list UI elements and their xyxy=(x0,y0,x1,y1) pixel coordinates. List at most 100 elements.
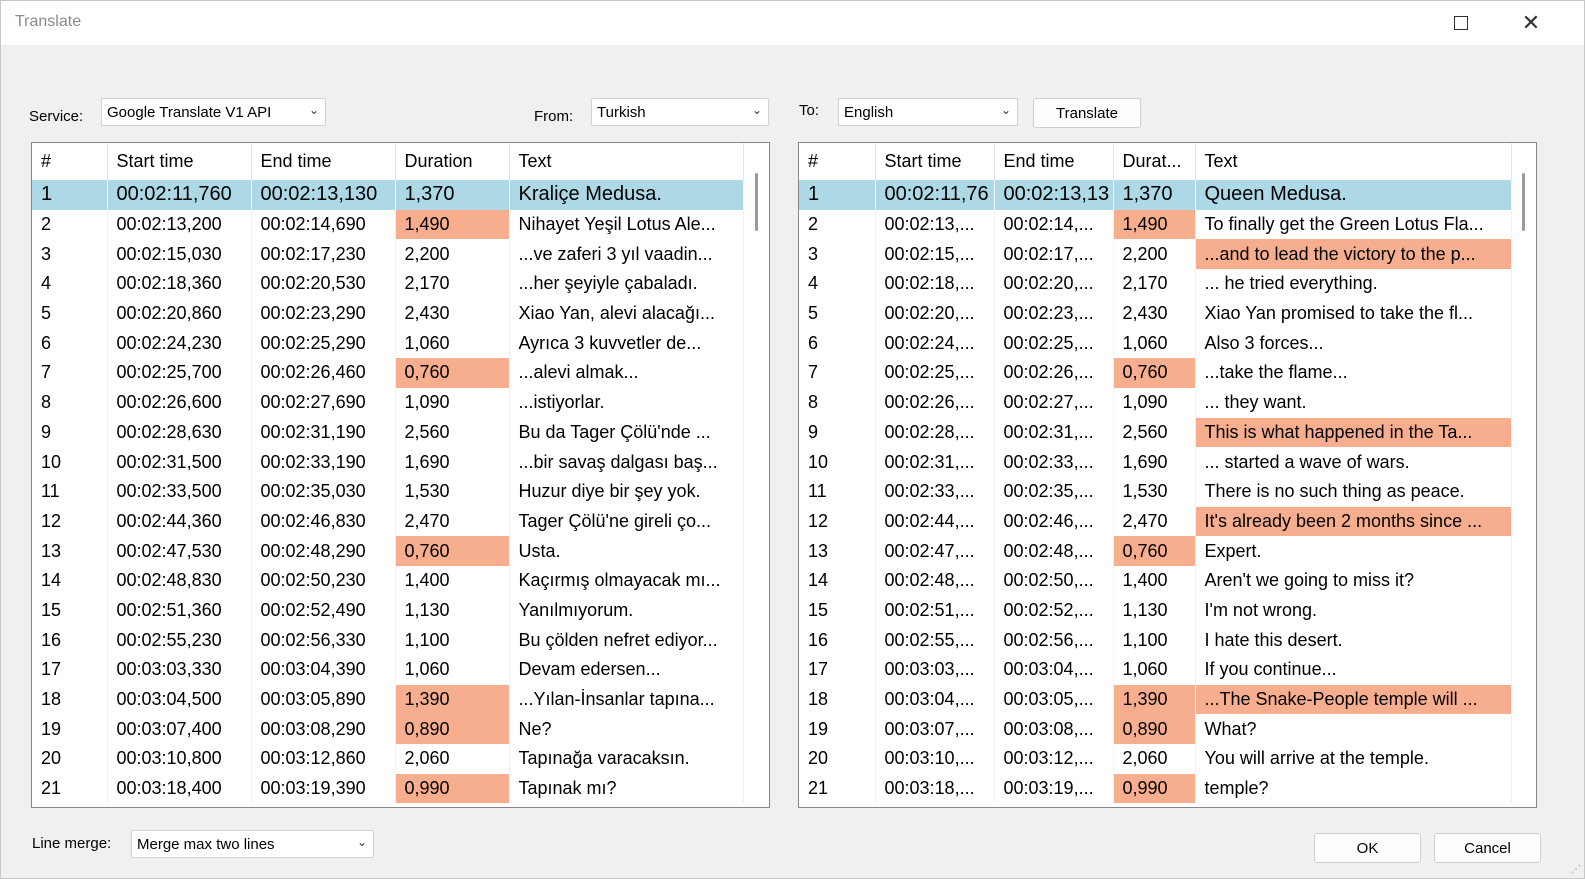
table-row[interactable]: 19 00:03:07,... 00:03:08,... 0,890 What? xyxy=(799,714,1512,745)
line-merge-value: Merge max two lines xyxy=(137,835,275,853)
table-row[interactable]: 1 00:02:11,76 00:02:13,13 1,370 Queen Medusa… xyxy=(799,180,1512,210)
source-scrollbar[interactable] xyxy=(755,173,758,231)
src-column-header[interactable]: Start time xyxy=(107,143,252,180)
src-cell: 1,490 xyxy=(395,209,510,240)
table-row[interactable]: 6 00:02:24,230 00:02:25,290 1,060 Ayrıca 3 k… xyxy=(32,328,744,359)
src-cell: 00:02:17,230 xyxy=(251,239,396,270)
tgt-cell: 2,200 xyxy=(1113,239,1196,270)
table-row[interactable]: 18 00:03:04,500 00:03:05,890 1,390 ...Yılan-… xyxy=(32,684,744,715)
to-language-dropdown[interactable]: English ⌄ xyxy=(838,98,1018,126)
table-row[interactable]: 8 00:02:26,... 00:02:27,... 1,090... they w… xyxy=(799,387,1512,418)
tgt-cell: 00:02:14,... xyxy=(994,209,1114,240)
service-dropdown[interactable]: Google Translate V1 API ⌄ xyxy=(101,98,326,126)
tgt-cell: 1,690 xyxy=(1113,447,1196,477)
src-column-header[interactable]: Duration xyxy=(395,143,510,180)
table-row[interactable]: 1 00:02:11,760 00:02:13,130 1,370 Kraliçe Me… xyxy=(32,180,744,210)
src-cell: 1,370 xyxy=(395,180,510,210)
table-row[interactable]: 3 00:02:15,030 00:02:17,230 2,200 ...ve zafe… xyxy=(32,239,744,270)
table-row[interactable]: 21 00:03:18,400 00:03:19,390 0,990 Tapınak m… xyxy=(32,773,744,804)
table-row[interactable]: 11 00:02:33,... 00:02:35,... 1,530 There is … xyxy=(799,476,1512,507)
tgt-cell: 00:02:48,... xyxy=(994,536,1114,566)
table-row[interactable]: 14 00:02:48,830 00:02:50,230 1,400 Kaçırmış … xyxy=(32,565,744,596)
tgt-column-header[interactable]: Start time xyxy=(875,143,995,180)
table-row[interactable]: 9 00:02:28,... 00:02:31,... 2,560 This is wh… xyxy=(799,417,1512,448)
table-row[interactable]: 16 00:02:55,230 00:02:56,330 1,100 Bu çölden… xyxy=(32,625,744,655)
table-row[interactable]: 13 00:02:47,530 00:02:48,290 0,760 Usta. xyxy=(32,536,744,566)
tgt-cell: 00:02:11,76 xyxy=(875,180,995,210)
tgt-column-header[interactable]: Text xyxy=(1195,143,1512,180)
tgt-cell: You will arrive at the temple. xyxy=(1195,744,1512,774)
table-row[interactable]: 17 00:03:03,330 00:03:04,390 1,060 Devam ede… xyxy=(32,655,744,685)
table-row[interactable]: 5 00:02:20,860 00:02:23,290 2,430 Xiao Yan, … xyxy=(32,298,744,329)
table-row[interactable]: 14 00:02:48,... 00:02:50,... 1,400 Aren't we… xyxy=(799,565,1512,596)
table-row[interactable]: 7 00:02:25,... 00:02:26,... 0,760 ...take th… xyxy=(799,358,1512,388)
source-table: # Start time End time Duration Text 1 00:02:1… xyxy=(32,143,744,804)
src-cell: 16 xyxy=(32,625,108,655)
table-row[interactable]: 19 00:03:07,400 00:03:08,290 0,890 Ne? xyxy=(32,714,744,745)
src-cell: 1,090 xyxy=(395,387,510,418)
tgt-cell: I hate this desert. xyxy=(1195,625,1512,655)
table-row[interactable]: 5 00:02:20,... 00:02:23,... 2,430 Xiao Yan p… xyxy=(799,298,1512,329)
table-row[interactable]: 16 00:02:55,... 00:02:56,... 1,100 I hate th… xyxy=(799,625,1512,655)
table-row[interactable]: 7 00:02:25,700 00:02:26,460 0,760 ...alevi a… xyxy=(32,358,744,388)
src-column-header[interactable]: End time xyxy=(251,143,396,180)
from-language-dropdown[interactable]: Turkish ⌄ xyxy=(591,98,769,126)
table-row[interactable]: 4 00:02:18,... 00:02:20,... 2,170... he tri… xyxy=(799,269,1512,299)
maximize-button[interactable] xyxy=(1444,9,1478,37)
table-row[interactable]: 4 00:02:18,360 00:02:20,530 2,170 ...her şey… xyxy=(32,269,744,299)
src-column-header[interactable]: Text xyxy=(509,143,744,180)
table-row[interactable]: 2 00:02:13,... 00:02:14,... 1,490 To finally… xyxy=(799,209,1512,240)
target-subtitle-grid[interactable]: # Start time End time Durat... Text 1 00:02:1… xyxy=(798,142,1537,808)
table-row[interactable]: 20 00:03:10,... 00:03:12,... 2,060 You will … xyxy=(799,744,1512,774)
line-merge-dropdown[interactable]: Merge max two lines ⌄ xyxy=(131,830,374,858)
resize-grip-icon[interactable]: ⋰ xyxy=(1571,864,1581,875)
tgt-cell: 00:02:27,... xyxy=(994,387,1114,418)
tgt-column-header[interactable]: Durat... xyxy=(1113,143,1196,180)
src-cell: 00:03:19,390 xyxy=(251,773,396,804)
ok-button[interactable]: OK xyxy=(1314,833,1421,863)
src-cell: 00:02:50,230 xyxy=(251,565,396,596)
table-row[interactable]: 8 00:02:26,600 00:02:27,690 1,090 ...istiyor… xyxy=(32,387,744,418)
tgt-cell: 8 xyxy=(799,387,876,418)
table-row[interactable]: 15 00:02:51,... 00:02:52,... 1,130 I'm not w… xyxy=(799,595,1512,626)
translate-button[interactable]: Translate xyxy=(1033,98,1141,128)
tgt-column-header[interactable]: End time xyxy=(994,143,1114,180)
src-cell: 15 xyxy=(32,595,108,626)
table-row[interactable]: 10 00:02:31,... 00:02:33,... 1,690... start… xyxy=(799,447,1512,477)
src-cell: Tapınağa varacaksın. xyxy=(509,744,744,774)
table-row[interactable]: 12 00:02:44,360 00:02:46,830 2,470 Tager Çöl… xyxy=(32,506,744,537)
table-row[interactable]: 10 00:02:31,500 00:02:33,190 1,690 ...bir sa… xyxy=(32,447,744,477)
table-row[interactable]: 3 00:02:15,... 00:02:17,... 2,200 ...and to … xyxy=(799,239,1512,270)
tgt-cell: 0,990 xyxy=(1113,773,1196,804)
table-row[interactable]: 13 00:02:47,... 00:02:48,... 0,760 Expert. xyxy=(799,536,1512,566)
table-row[interactable]: 15 00:02:51,360 00:02:52,490 1,130 Yanılmıyo… xyxy=(32,595,744,626)
src-cell: 00:02:55,230 xyxy=(107,625,252,655)
cancel-button[interactable]: Cancel xyxy=(1434,833,1541,863)
src-cell: 2,470 xyxy=(395,506,510,537)
tgt-cell: 00:02:26,... xyxy=(875,387,995,418)
tgt-cell: 00:03:04,... xyxy=(875,684,995,715)
table-row[interactable]: 20 00:03:10,800 00:03:12,860 2,060 Tapınağa … xyxy=(32,744,744,774)
table-row[interactable]: 2 00:02:13,200 00:02:14,690 1,490 Nihayet Ye… xyxy=(32,209,744,240)
table-row[interactable]: 18 00:03:04,... 00:03:05,... 1,390 ...The Sn… xyxy=(799,684,1512,715)
tgt-cell: 2,560 xyxy=(1113,417,1196,448)
table-row[interactable]: 9 00:02:28,630 00:02:31,190 2,560 Bu da Tage… xyxy=(32,417,744,448)
src-cell: Huzur diye bir şey yok. xyxy=(509,476,744,507)
table-row[interactable]: 12 00:02:44,... 00:02:46,... 2,470 It's alre… xyxy=(799,506,1512,537)
src-cell: ...ve zaferi 3 yıl vaadin... xyxy=(509,239,744,270)
target-scrollbar[interactable] xyxy=(1522,173,1525,231)
table-row[interactable]: 6 00:02:24,... 00:02:25,... 1,060 Also 3 for… xyxy=(799,328,1512,359)
src-cell: 18 xyxy=(32,684,108,715)
close-button[interactable]: ✕ xyxy=(1514,9,1548,37)
src-cell: 00:02:13,200 xyxy=(107,209,252,240)
table-row[interactable]: 11 00:02:33,500 00:02:35,030 1,530 Huzur diy… xyxy=(32,476,744,507)
source-subtitle-grid[interactable]: # Start time End time Duration Text 1 00:02:1… xyxy=(31,142,770,808)
minimize-button[interactable] xyxy=(1377,9,1411,37)
tgt-cell: It's already been 2 months since ... xyxy=(1195,506,1512,537)
tgt-cell: 11 xyxy=(799,476,876,507)
table-row[interactable]: 17 00:03:03,... 00:03:04,... 1,060 If you co… xyxy=(799,655,1512,685)
tgt-cell: 3 xyxy=(799,239,876,270)
src-column-header[interactable]: # xyxy=(32,143,108,180)
tgt-column-header[interactable]: # xyxy=(799,143,876,180)
table-row[interactable]: 21 00:03:18,... 00:03:19,... 0,990 temple? xyxy=(799,773,1512,804)
